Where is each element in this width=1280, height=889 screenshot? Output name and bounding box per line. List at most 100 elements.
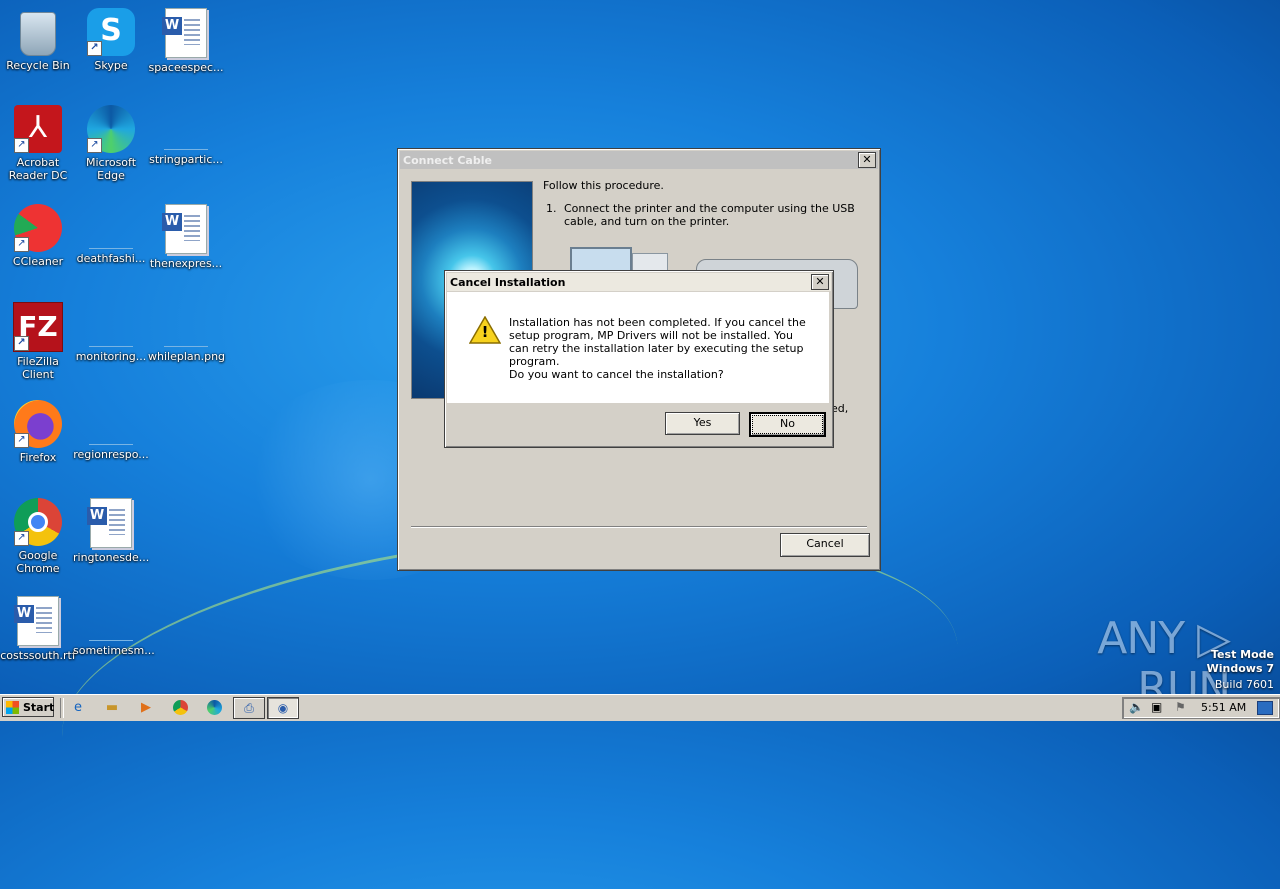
file-icon [89, 640, 133, 641]
desktop-icon-acrobat[interactable]: ⅄ ↗ Acrobat Reader DC [0, 105, 76, 182]
ccleaner-icon: ↗ [14, 204, 62, 252]
no-button[interactable]: No [749, 412, 826, 437]
dialog-title: Cancel Installation [450, 275, 566, 289]
desktop-icon-label: Google Chrome [16, 549, 60, 575]
word-document-icon: W [162, 8, 207, 58]
desktop-icon-label: Skype [94, 59, 128, 72]
desktop-icon-filezilla[interactable]: FZ ↗ FileZilla Client [0, 302, 76, 381]
desktop-icon-label: Acrobat Reader DC [8, 156, 68, 182]
desktop-icon-regionrespo[interactable]: regionrespo... [73, 400, 149, 461]
desktop-icon-ccleaner[interactable]: ↗ CCleaner [0, 204, 76, 268]
desktop-icon-stringpartic[interactable]: stringpartic... [148, 105, 224, 166]
clock[interactable]: 5:51 AM [1201, 701, 1246, 714]
desktop-icon-sometimesm[interactable]: sometimesm... [73, 596, 155, 657]
desktop-icon-ringtonesde[interactable]: W ringtonesde... [73, 498, 149, 564]
desktop-icon-label: spaceespec... [148, 61, 224, 74]
desktop-icon-label: CCleaner [12, 255, 64, 268]
chrome-icon: ↗ [14, 498, 62, 546]
step-number: 1. [546, 202, 557, 215]
instruction-text: Follow this procedure. [543, 179, 664, 192]
firefox-icon: ↗ [14, 400, 62, 448]
desktop-icon-label: Recycle Bin [6, 59, 70, 72]
desktop-icon-label: sometimesm... [73, 644, 155, 657]
edge-icon: ↗ [87, 105, 135, 153]
desktop-icon-label: thenexpres... [149, 257, 223, 270]
desktop-icon-firefox[interactable]: ↗ Firefox [0, 400, 76, 464]
media-player-icon[interactable]: ▶ [136, 698, 156, 718]
cancel-dialog-titlebar[interactable]: Cancel Installation ✕ [447, 273, 831, 291]
network-icon[interactable]: ▣ [1151, 700, 1162, 714]
ie-icon[interactable]: e [68, 698, 88, 718]
desktop-icon-label: Firefox [19, 451, 57, 464]
system-tray: 🔈 ▣ ⚑ 5:51 AM [1122, 697, 1280, 719]
desktop-icon-whileplan[interactable]: whileplan.png [148, 302, 225, 363]
shortcut-arrow-icon: ↗ [87, 138, 102, 153]
shortcut-arrow-icon: ↗ [87, 41, 102, 56]
dialog-message: Installation has not been completed. If … [509, 316, 806, 368]
desktop-icon-costssouth[interactable]: W costssouth.rtf [0, 596, 76, 662]
taskbar-setup-window[interactable]: ⎙ [233, 697, 265, 719]
windows-version-label: Windows 7 [1206, 662, 1274, 675]
shortcut-arrow-icon: ↗ [14, 138, 29, 153]
separator [411, 526, 867, 528]
taskbar: Start e ▬ ▶ ⎙ ◉ 🔈 ▣ ⚑ 5:51 AM [0, 694, 1280, 721]
desktop-icon-label: Microsoft Edge [85, 156, 137, 182]
desktop-icon-monitoring[interactable]: monitoring... [73, 302, 149, 363]
desktop-icon-recycle-bin[interactable]: Recycle Bin [0, 8, 76, 72]
desktop-icon-chrome[interactable]: ↗ Google Chrome [0, 498, 76, 575]
taskbar-cancel-dialog[interactable]: ◉ [267, 697, 299, 719]
folder-icon[interactable]: ▬ [102, 698, 122, 718]
image-file-icon [164, 346, 208, 347]
shortcut-arrow-icon: ↗ [14, 336, 29, 351]
desktop-icon-label: regionrespo... [73, 448, 149, 461]
flag-icon[interactable]: ⚑ [1175, 700, 1186, 714]
dialog-question: Do you want to cancel the installation? [509, 368, 724, 381]
desktop-icon-label: deathfashi... [76, 252, 146, 265]
desktop-icon-spaceespec[interactable]: W spaceespec... [148, 8, 224, 74]
word-document-icon: W [162, 204, 207, 254]
desktop-icon-label: ringtonesde... [73, 551, 150, 564]
volume-icon[interactable]: 🔈 [1129, 700, 1144, 714]
shortcut-arrow-icon: ↗ [14, 237, 29, 252]
dialog-body: ! Installation has not been completed. I… [447, 292, 829, 403]
acrobat-icon: ⅄ ↗ [14, 105, 62, 153]
desktop-icon-label: stringpartic... [149, 153, 223, 166]
shortcut-arrow-icon: ↗ [14, 531, 29, 546]
close-icon[interactable]: ✕ [811, 274, 829, 290]
close-icon[interactable]: ✕ [858, 152, 876, 168]
cancel-button[interactable]: Cancel [780, 533, 870, 557]
file-icon [89, 444, 133, 445]
start-label: Start [23, 701, 55, 714]
file-icon [89, 248, 133, 249]
window-title: Connect Cable [403, 153, 492, 167]
file-icon [164, 149, 208, 150]
desktop-icon-deathfashi[interactable]: deathfashi... [73, 204, 149, 265]
desktop-icon-label: monitoring... [75, 350, 147, 363]
word-document-icon: W [87, 498, 132, 548]
file-icon [89, 346, 133, 347]
test-mode-label: Test Mode [1211, 648, 1274, 661]
start-button[interactable]: Start [2, 697, 54, 717]
word-document-icon: W [14, 596, 59, 646]
desktop-icon-label: costssouth.rtf [0, 649, 76, 662]
recycle-bin-icon [20, 12, 56, 56]
filezilla-icon: FZ ↗ [13, 302, 63, 352]
cancel-installation-dialog: Cancel Installation ✕ ! Installation has… [444, 270, 834, 448]
connect-cable-titlebar[interactable]: Connect Cable ✕ [400, 151, 878, 169]
skype-icon: S ↗ [87, 8, 135, 56]
desktop-icon-edge[interactable]: ↗ Microsoft Edge [73, 105, 149, 182]
desktop-icon-thenexpres[interactable]: W thenexpres... [148, 204, 224, 270]
show-desktop-icon[interactable] [1257, 701, 1273, 715]
yes-button[interactable]: Yes [665, 412, 740, 435]
desktop-icon-label: FileZilla Client [17, 355, 59, 381]
build-label: Build 7601 [1214, 678, 1274, 691]
edge-taskbar-icon[interactable] [204, 698, 224, 718]
warning-glyph: ! [481, 323, 489, 341]
step-text: Connect the printer and the computer usi… [564, 202, 855, 228]
quick-launch-divider [60, 698, 64, 718]
warning-icon: ! [468, 315, 502, 344]
shortcut-arrow-icon: ↗ [14, 433, 29, 448]
windows-logo-icon [6, 701, 19, 714]
desktop-icon-skype[interactable]: S ↗ Skype [73, 8, 149, 72]
chrome-taskbar-icon[interactable] [170, 698, 190, 718]
